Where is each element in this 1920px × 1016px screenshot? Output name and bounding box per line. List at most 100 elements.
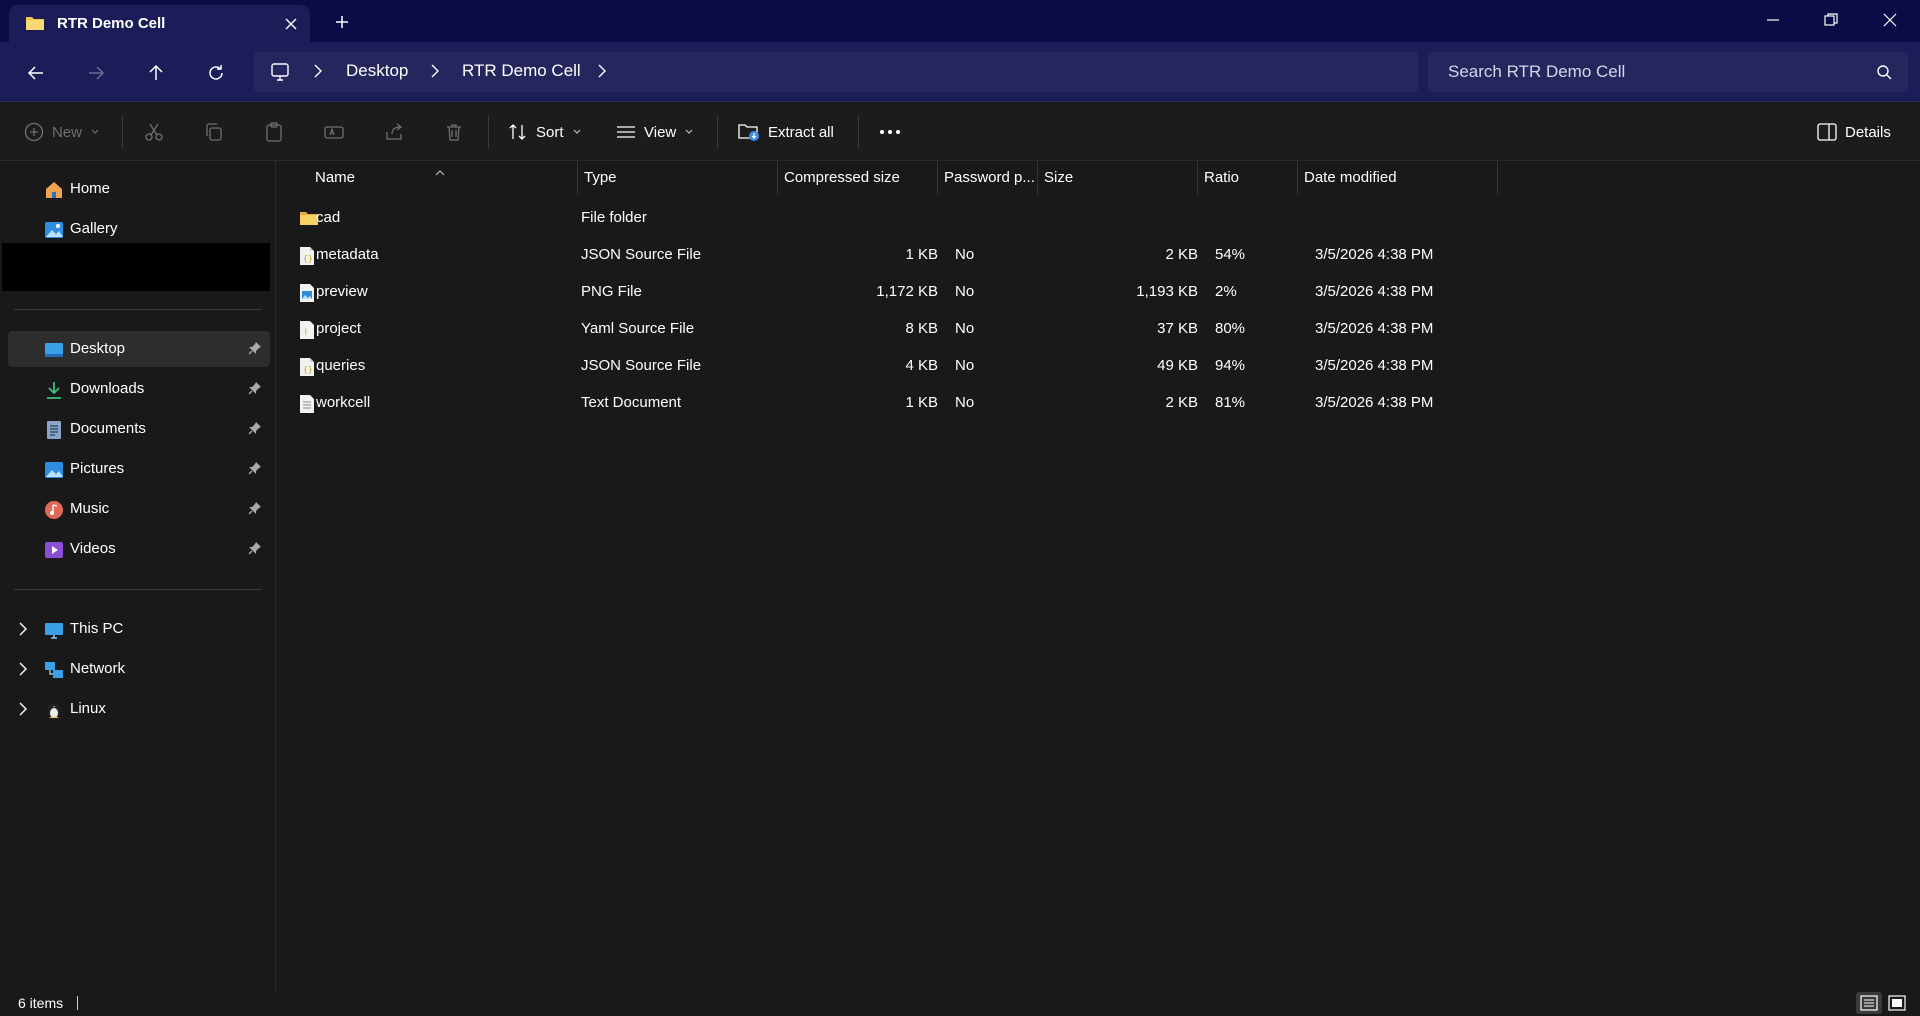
new-tab-icon[interactable] — [331, 11, 353, 33]
file-name: preview — [316, 283, 368, 300]
file-ratio: 2% — [1215, 283, 1237, 300]
file-row-cad[interactable]: cad File folder — [287, 201, 1487, 237]
file-row-queries[interactable]: {} queries JSON Source File 4 KB No 49 K… — [287, 349, 1487, 385]
cut-icon — [144, 122, 164, 142]
search-icon[interactable] — [1876, 64, 1892, 80]
tab-rtr-demo-cell[interactable]: RTR Demo Cell — [9, 5, 310, 42]
column-header-size[interactable]: Size — [1038, 161, 1198, 195]
search-input[interactable]: Search RTR Demo Cell — [1428, 52, 1908, 92]
large-icons-view-icon[interactable] — [1884, 992, 1910, 1014]
file-row-metadata[interactable]: {} metadata JSON Source File 1 KB No 2 K… — [287, 238, 1487, 274]
chevron-right-icon[interactable] — [18, 702, 28, 716]
this-pc-icon[interactable] — [270, 62, 290, 82]
chevron-down-icon — [90, 127, 100, 137]
file-password: No — [955, 283, 975, 300]
column-header-ratio[interactable]: Ratio — [1198, 161, 1298, 195]
svg-text:{}: {} — [303, 365, 313, 374]
search-placeholder: Search RTR Demo Cell — [1448, 62, 1626, 81]
paste-button[interactable] — [264, 119, 284, 145]
sidebar-item-network[interactable]: Network — [8, 651, 270, 687]
restore-icon[interactable] — [1808, 6, 1854, 34]
file-date-modified: 3/5/2026 4:38 PM — [1315, 246, 1434, 263]
file-size: 2 KB — [1165, 246, 1198, 263]
back-icon[interactable] — [21, 58, 51, 88]
pin-icon[interactable] — [248, 381, 262, 395]
copy-button[interactable] — [204, 119, 224, 145]
file-type: File folder — [581, 209, 647, 226]
file-row-workcell[interactable]: workcell Text Document 1 KB No 2 KB 81% … — [287, 386, 1487, 422]
sort-label: Sort — [536, 123, 564, 141]
sidebar-item-this-pc[interactable]: This PC — [8, 611, 270, 647]
pin-icon[interactable] — [248, 541, 262, 555]
file-type: JSON Source File — [581, 246, 702, 263]
pin-icon[interactable] — [248, 501, 262, 515]
share-button[interactable] — [384, 119, 404, 145]
file-name: metadata — [316, 246, 379, 263]
pin-icon[interactable] — [248, 461, 262, 475]
column-divider[interactable] — [1497, 161, 1498, 195]
chevron-right-icon[interactable] — [312, 63, 324, 79]
details-pane-icon — [1817, 123, 1837, 141]
sidebar-item-label: Pictures — [70, 460, 125, 477]
cut-button[interactable] — [144, 119, 164, 145]
sidebar-item-music[interactable]: Music — [8, 491, 270, 527]
sidebar-item-downloads[interactable]: Downloads — [8, 371, 270, 407]
rename-icon — [324, 122, 344, 142]
refresh-icon[interactable] — [201, 58, 231, 88]
chevron-right-icon[interactable] — [18, 622, 28, 636]
desktop-icon — [44, 340, 64, 360]
column-header-compressed-size[interactable]: Compressed size — [778, 161, 938, 195]
close-tab-icon[interactable] — [280, 13, 302, 35]
minimize-icon[interactable] — [1750, 6, 1796, 34]
toolbar-divider — [858, 115, 859, 149]
sidebar-item-label: Desktop — [70, 340, 126, 357]
home-icon — [44, 180, 64, 200]
chevron-right-icon[interactable] — [596, 63, 608, 79]
sidebar-item-desktop[interactable]: Desktop — [8, 331, 270, 367]
sidebar-item-label: Music — [70, 500, 110, 517]
close-window-icon[interactable] — [1867, 6, 1913, 34]
item-count: 6 items — [18, 995, 64, 1011]
sidebar-item-home[interactable]: Home — [8, 171, 270, 207]
up-icon[interactable] — [141, 58, 171, 88]
more-options-button[interactable] — [878, 119, 902, 145]
column-header-label: Password p... — [944, 169, 1035, 186]
sort-button[interactable]: Sort — [508, 119, 582, 145]
breadcrumb-desktop[interactable]: Desktop — [346, 61, 408, 81]
delete-button[interactable] — [444, 119, 464, 145]
pin-icon[interactable] — [248, 341, 262, 355]
copy-icon — [204, 122, 224, 142]
chevron-right-icon[interactable] — [18, 662, 28, 676]
rename-button[interactable] — [324, 119, 344, 145]
sidebar-item-label: Home — [70, 180, 111, 197]
extract-all-button[interactable]: Extract all — [738, 119, 834, 145]
json-file-icon: {} — [299, 246, 315, 266]
sidebar-item-videos[interactable]: Videos — [8, 531, 270, 567]
details-view-icon[interactable] — [1856, 992, 1882, 1014]
address-bar[interactable]: Desktop RTR Demo Cell — [254, 52, 1418, 92]
file-row-preview[interactable]: preview PNG File 1,172 KB No 1,193 KB 2%… — [287, 275, 1487, 311]
view-button[interactable]: View — [616, 119, 694, 145]
sidebar-item-pictures[interactable]: Pictures — [8, 451, 270, 487]
sidebar-item-documents[interactable]: Documents — [8, 411, 270, 447]
column-header-password[interactable]: Password p... — [938, 161, 1038, 195]
file-date-modified: 3/5/2026 4:38 PM — [1315, 320, 1434, 337]
column-header-name[interactable]: Name — [277, 161, 577, 195]
details-button[interactable]: Details — [1817, 119, 1891, 145]
column-header-label: Name — [315, 169, 356, 186]
file-name: project — [316, 320, 362, 337]
sidebar-item-linux[interactable]: Linux — [8, 691, 270, 727]
chevron-right-icon[interactable] — [429, 63, 441, 79]
new-button[interactable]: New — [24, 119, 100, 145]
svg-text:!: ! — [304, 328, 308, 338]
file-type: Yaml Source File — [581, 320, 695, 337]
file-row-project[interactable]: ! project Yaml Source File 8 KB No 37 KB… — [287, 312, 1487, 348]
sidebar-item-gallery[interactable]: Gallery — [8, 211, 270, 247]
pin-icon[interactable] — [248, 421, 262, 435]
column-header-date-modified[interactable]: Date modified — [1298, 161, 1498, 195]
folder-icon — [25, 14, 45, 32]
chevron-down-icon — [684, 127, 694, 137]
breadcrumb-rtr-demo-cell[interactable]: RTR Demo Cell — [462, 61, 581, 81]
column-header-type[interactable]: Type — [578, 161, 778, 195]
forward-icon[interactable] — [81, 58, 111, 88]
